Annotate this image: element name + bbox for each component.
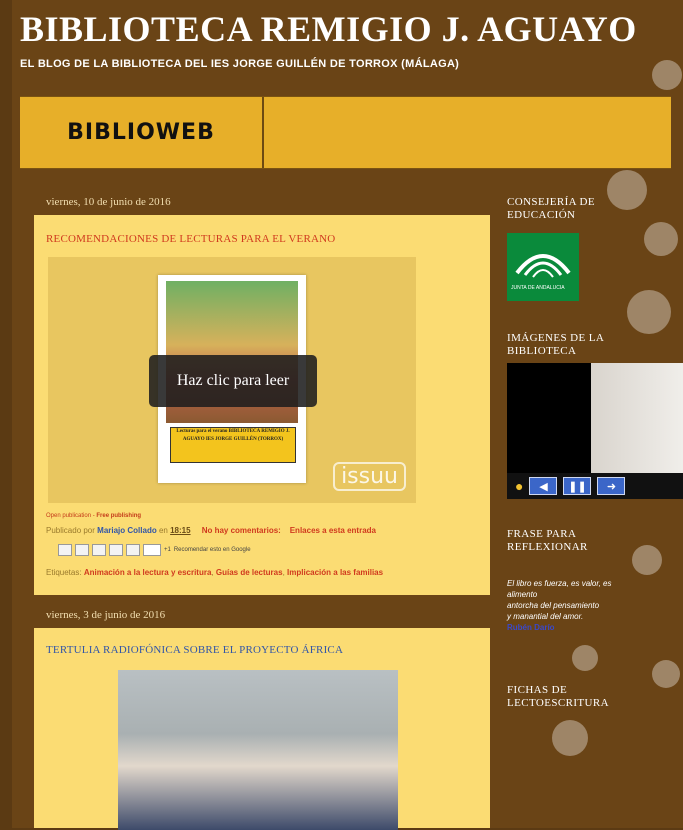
blog-header: BIBLIOTECA REMIGIO J. AGUAYO EL BLOG DE … xyxy=(20,8,637,70)
slideshow[interactable]: ● ◀ ❚❚ ➜ xyxy=(507,363,683,499)
sidebar-heading-fichas: FICHAS DE LECTOESCRITURA xyxy=(507,684,609,709)
time-link[interactable]: 18:15 xyxy=(170,526,190,535)
quote-line: antorcha del pensamiento xyxy=(507,601,600,610)
facebook-share-icon[interactable] xyxy=(109,544,123,556)
blog-share-icon[interactable] xyxy=(75,544,89,556)
plus-one-count: +1 xyxy=(164,547,171,553)
quote-line: El libro es fuerza, es valor, es xyxy=(507,579,612,588)
slideshow-controls: ● ◀ ❚❚ ➜ xyxy=(507,473,683,499)
share-buttons: +1 Recomendar esto en Google xyxy=(58,544,251,556)
post-title[interactable]: TERTULIA RADIOFÓNICA SOBRE EL PROYECTO Á… xyxy=(46,644,343,656)
next-icon[interactable]: ➜ xyxy=(597,477,626,495)
comments-link[interactable]: No hay comentarios: xyxy=(202,526,281,535)
label-link[interactable]: Guías de lecturas xyxy=(216,568,283,577)
google-plus-icon[interactable] xyxy=(143,544,161,556)
post-footer: Publicado por Mariajo Collado en 18:15 N… xyxy=(46,526,376,535)
quote-author: Rubén Darío xyxy=(507,623,555,632)
post-date: viernes, 3 de junio de 2016 xyxy=(46,609,166,621)
tab-label: BIBLIOWEB xyxy=(67,120,215,145)
published-by-label: Publicado por xyxy=(46,526,95,535)
author-link[interactable]: Mariajo Collado xyxy=(97,526,157,535)
sidebar-heading-consejeria: CONSEJERÍA DE EDUCACIÓN xyxy=(507,196,596,221)
blog-title[interactable]: BIBLIOTECA REMIGIO J. AGUAYO xyxy=(20,8,637,50)
bokeh-decoration xyxy=(627,290,671,334)
label-link[interactable]: Animación a la lectura y escritura xyxy=(84,568,212,577)
twitter-share-icon[interactable] xyxy=(92,544,106,556)
cover-caption: Lecturas para el verano BIBLIOTECA REMIG… xyxy=(170,427,296,463)
links-link[interactable]: Enlaces a esta entrada xyxy=(290,526,376,535)
sidebar-heading-frase: FRASE PARA REFLEXIONAR xyxy=(507,528,588,553)
user-icon[interactable]: ● xyxy=(515,478,523,494)
publication-links: Open publication - Free publishing xyxy=(46,513,142,519)
previous-icon[interactable]: ◀ xyxy=(529,477,558,495)
group-photo[interactable] xyxy=(118,670,398,830)
post-card: TERTULIA RADIOFÓNICA SOBRE EL PROYECTO Á… xyxy=(34,628,490,830)
issuu-embed[interactable]: Lecturas para el verano BIBLIOTECA REMIG… xyxy=(48,257,416,503)
quote-line: y manantial del amor. xyxy=(507,612,584,621)
open-publication-link[interactable]: Open publication xyxy=(46,513,91,519)
bokeh-decoration xyxy=(552,720,588,756)
issuu-logo: issuu xyxy=(333,462,406,491)
quote-block: El libro es fuerza, es valor, es aliment… xyxy=(507,578,612,633)
bokeh-decoration xyxy=(652,60,682,90)
labels-prefix: Etiquetas: xyxy=(46,568,82,577)
junta-emblem-icon xyxy=(515,254,571,278)
read-button[interactable]: Haz clic para leer xyxy=(149,355,317,407)
at-label: en xyxy=(158,526,168,535)
bokeh-decoration xyxy=(572,645,598,671)
tab-bar: BIBLIOWEB xyxy=(20,96,671,169)
email-share-icon[interactable] xyxy=(58,544,72,556)
quote-line: alimento xyxy=(507,590,538,599)
label-link[interactable]: Implicación a las familias xyxy=(287,568,383,577)
junta-label: JUNTA DE ANDALUCIA xyxy=(511,285,565,291)
bokeh-decoration xyxy=(644,222,678,256)
post-labels: Etiquetas: Animación a la lectura y escr… xyxy=(46,568,384,577)
junta-andalucia-logo[interactable]: JUNTA DE ANDALUCIA xyxy=(507,233,579,301)
recommend-text: Recomendar esto en Google xyxy=(173,547,251,553)
sidebar-heading-imagenes: IMÁGENES DE LA BIBLIOTECA xyxy=(507,332,604,357)
library-photo xyxy=(591,363,683,473)
tab-biblioweb[interactable]: BIBLIOWEB xyxy=(20,97,264,168)
post-title[interactable]: RECOMENDACIONES DE LECTURAS PARA EL VERA… xyxy=(46,233,335,245)
post-date: viernes, 10 de junio de 2016 xyxy=(46,196,171,208)
pause-icon[interactable]: ❚❚ xyxy=(563,477,592,495)
post-card: RECOMENDACIONES DE LECTURAS PARA EL VERA… xyxy=(34,215,490,595)
bokeh-decoration xyxy=(652,660,680,688)
blog-description: EL BLOG DE LA BIBLIOTECA DEL IES JORGE G… xyxy=(20,58,460,70)
pinterest-share-icon[interactable] xyxy=(126,544,140,556)
free-publishing-link[interactable]: Free publishing xyxy=(96,513,141,519)
